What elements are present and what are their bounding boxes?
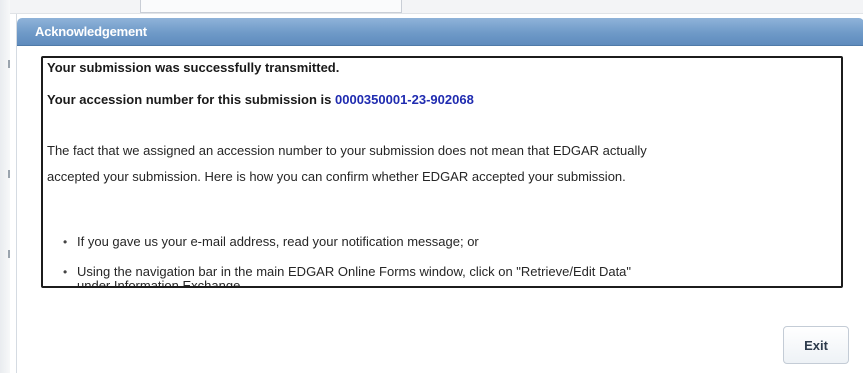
- list-item-text: If you gave us your e-mail address, read…: [77, 234, 479, 249]
- list-item-text-line-2: under Information Exchange.: [77, 278, 244, 288]
- disclaimer-paragraph: The fact that we assigned an accession n…: [47, 138, 647, 190]
- success-message: Your submission was successfully transmi…: [47, 60, 340, 75]
- accession-number: 0000350001-23-902068: [335, 92, 474, 107]
- background-tab: [140, 0, 402, 13]
- acknowledgement-dialog: Acknowledgement Your submission was succ…: [16, 14, 863, 373]
- disclaimer-line-2: accepted your submission. Here is how yo…: [47, 169, 626, 184]
- bullet-icon: •: [63, 265, 68, 279]
- list-item-text-line-1: Using the navigation bar in the main EDG…: [77, 264, 632, 279]
- disclaimer-line-1: The fact that we assigned an accession n…: [47, 143, 647, 158]
- background-window-top: [0, 0, 863, 14]
- list-item: • Using the navigation bar in the main E…: [63, 264, 632, 288]
- exit-button[interactable]: Exit: [783, 326, 849, 364]
- dialog-title: Acknowledgement: [35, 24, 147, 39]
- background-window-left-edge: [0, 0, 10, 373]
- bullet-icon: •: [63, 235, 68, 249]
- message-box: Your submission was successfully transmi…: [41, 56, 843, 288]
- accession-message: Your accession number for this submissio…: [47, 92, 474, 107]
- dialog-titlebar: Acknowledgement: [17, 18, 863, 46]
- accession-label: Your accession number for this submissio…: [47, 92, 335, 107]
- list-item: • If you gave us your e-mail address, re…: [63, 234, 479, 250]
